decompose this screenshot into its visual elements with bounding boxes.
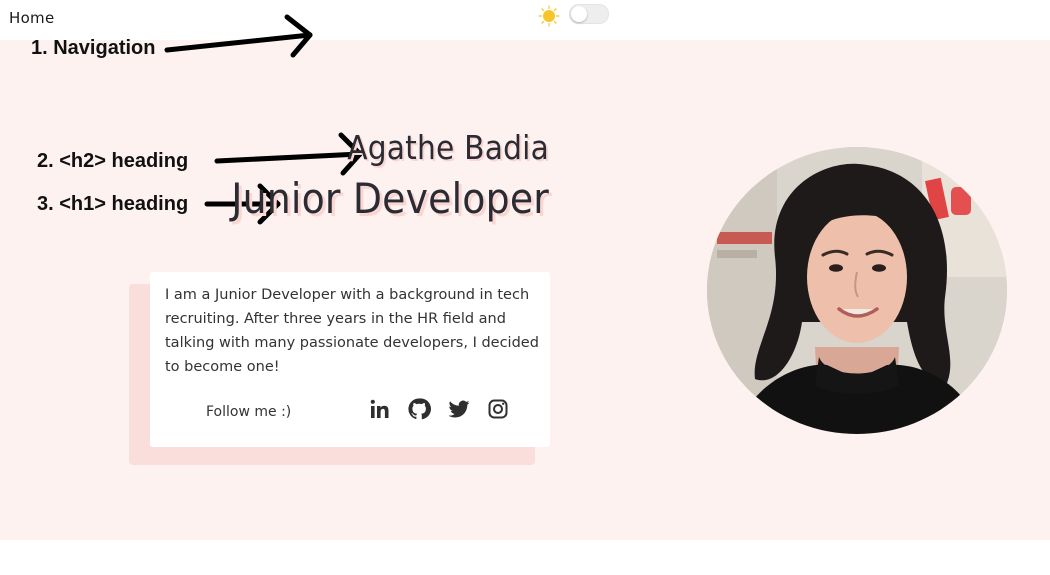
annotation-h2: 2. <h2> heading (37, 150, 189, 172)
annotation-h1: 3. <h1> heading (37, 193, 189, 215)
sun-icon (538, 5, 560, 27)
theme-toggle[interactable] (569, 4, 609, 24)
name-heading: Agathe Badia (347, 128, 549, 167)
follow-label: Follow me :) (206, 404, 292, 420)
toggle-knob (571, 6, 587, 22)
twitter-icon[interactable] (447, 397, 471, 421)
job-title-heading: Junior Developer (231, 174, 549, 223)
github-icon[interactable] (407, 397, 431, 421)
portrait-illustration (707, 147, 1007, 434)
instagram-icon[interactable] (486, 397, 510, 421)
linkedin-icon[interactable] (368, 397, 392, 421)
profile-photo (707, 147, 1007, 434)
nav-home-link[interactable]: Home (9, 9, 55, 27)
annotation-navigation: 1. Navigation (31, 37, 156, 59)
page: Home 1. Navigation 2. <h2> heading 3. <h… (0, 0, 1050, 575)
bio-text: I am a Junior Developer with a backgroun… (165, 287, 539, 375)
